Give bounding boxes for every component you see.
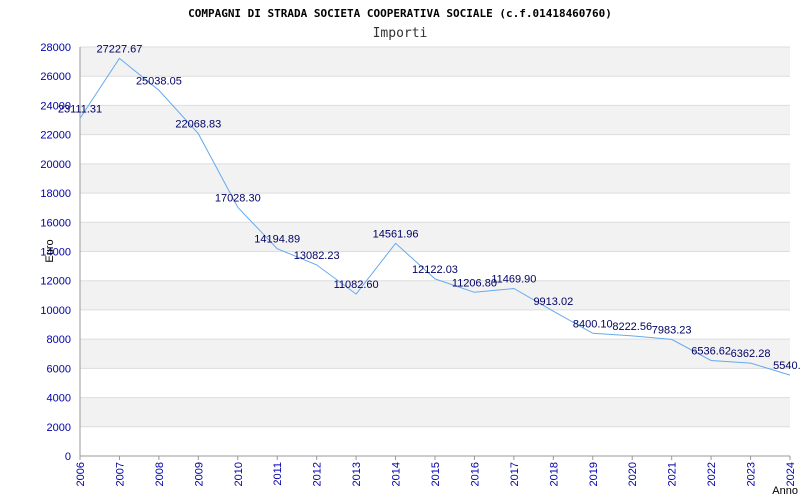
data-label: 8222.56 [612,321,652,333]
x-tick-label: 2012 [312,462,324,486]
x-tick-label: 2006 [75,462,87,486]
y-tick-label: 28000 [40,42,71,54]
grid-bands [80,47,790,427]
chart-subtitle: Importi [373,26,428,41]
data-label: 12122.03 [412,264,458,276]
data-label: 11469.90 [491,273,536,285]
y-tick-label: 18000 [40,188,71,200]
x-tick-label: 2011 [272,462,284,486]
x-tick-label: 2024 [785,462,797,486]
x-axis-label: Anno [772,485,798,497]
y-tick-label: 12000 [40,276,71,288]
x-tick-label: 2007 [114,462,126,486]
grid-band [80,339,790,369]
data-label: 13082.23 [294,250,340,262]
data-label: 6536.62 [691,346,731,358]
grid-band [80,47,790,77]
x-tick-label: 2009 [193,462,205,486]
y-tick-label: 26000 [40,71,71,83]
y-tick-label: 8000 [47,334,71,346]
data-labels: 23111.31 27227.67 25038.05 22068.83 17028.30… [58,43,800,372]
data-label: 27227.67 [96,43,142,55]
data-label: 7983.23 [652,324,692,336]
x-tick-label: 2023 [746,462,758,486]
data-label: 9913.02 [533,296,573,308]
x-tick-label: 2018 [548,462,560,486]
data-label: 14561.96 [373,228,419,240]
data-label: 11082.60 [334,279,379,291]
data-label: 23111.31 [58,103,102,115]
y-tick-label: 22000 [40,130,71,142]
data-label: 8400.10 [573,318,613,330]
data-label: 11206.80 [452,277,497,289]
grid-band [80,163,790,194]
x-tick-label: 2014 [391,462,403,486]
x-tick-label: 2019 [588,462,600,486]
grid-band [80,397,790,427]
chart-title: COMPAGNI DI STRADA SOCIETA COOPERATIVA S… [188,7,612,20]
y-tick-label: 6000 [47,363,71,375]
x-tick-label: 2016 [469,462,481,486]
grid-band [80,222,790,252]
data-label: 17028.30 [215,192,261,204]
x-tick-label: 2020 [627,462,639,486]
y-tick-label: 20000 [40,159,71,171]
y-tick-label: 2000 [47,422,71,434]
y-tick-label: 16000 [40,217,71,229]
data-label: 14194.89 [254,234,300,246]
x-tick-label: 2008 [154,462,166,486]
y-tick-label: 10000 [40,305,71,317]
data-label: 22068.83 [175,119,221,131]
x-tick-label: 2015 [430,462,442,486]
grid-band [80,280,790,310]
data-label: 25038.05 [136,75,182,87]
x-tick-label: 2022 [706,462,718,486]
line-chart: COMPAGNI DI STRADA SOCIETA COOPERATIVA S… [40,7,800,497]
data-label: 5540.3 [773,360,800,372]
x-tick-label: 2013 [351,462,363,486]
y-tick-label: 4000 [47,393,71,405]
data-label: 6362.28 [731,348,771,360]
x-tick-label: 2010 [233,462,245,486]
y-axis-label: Euro [44,239,56,262]
x-tick-label: 2017 [509,462,521,486]
y-tick-label: 0 [65,451,71,463]
x-axis-ticks: 2006 2007 2008 2009 2010 2011 2012 2013 2014 2015… [75,462,797,486]
x-tick-label: 2021 [667,462,679,486]
